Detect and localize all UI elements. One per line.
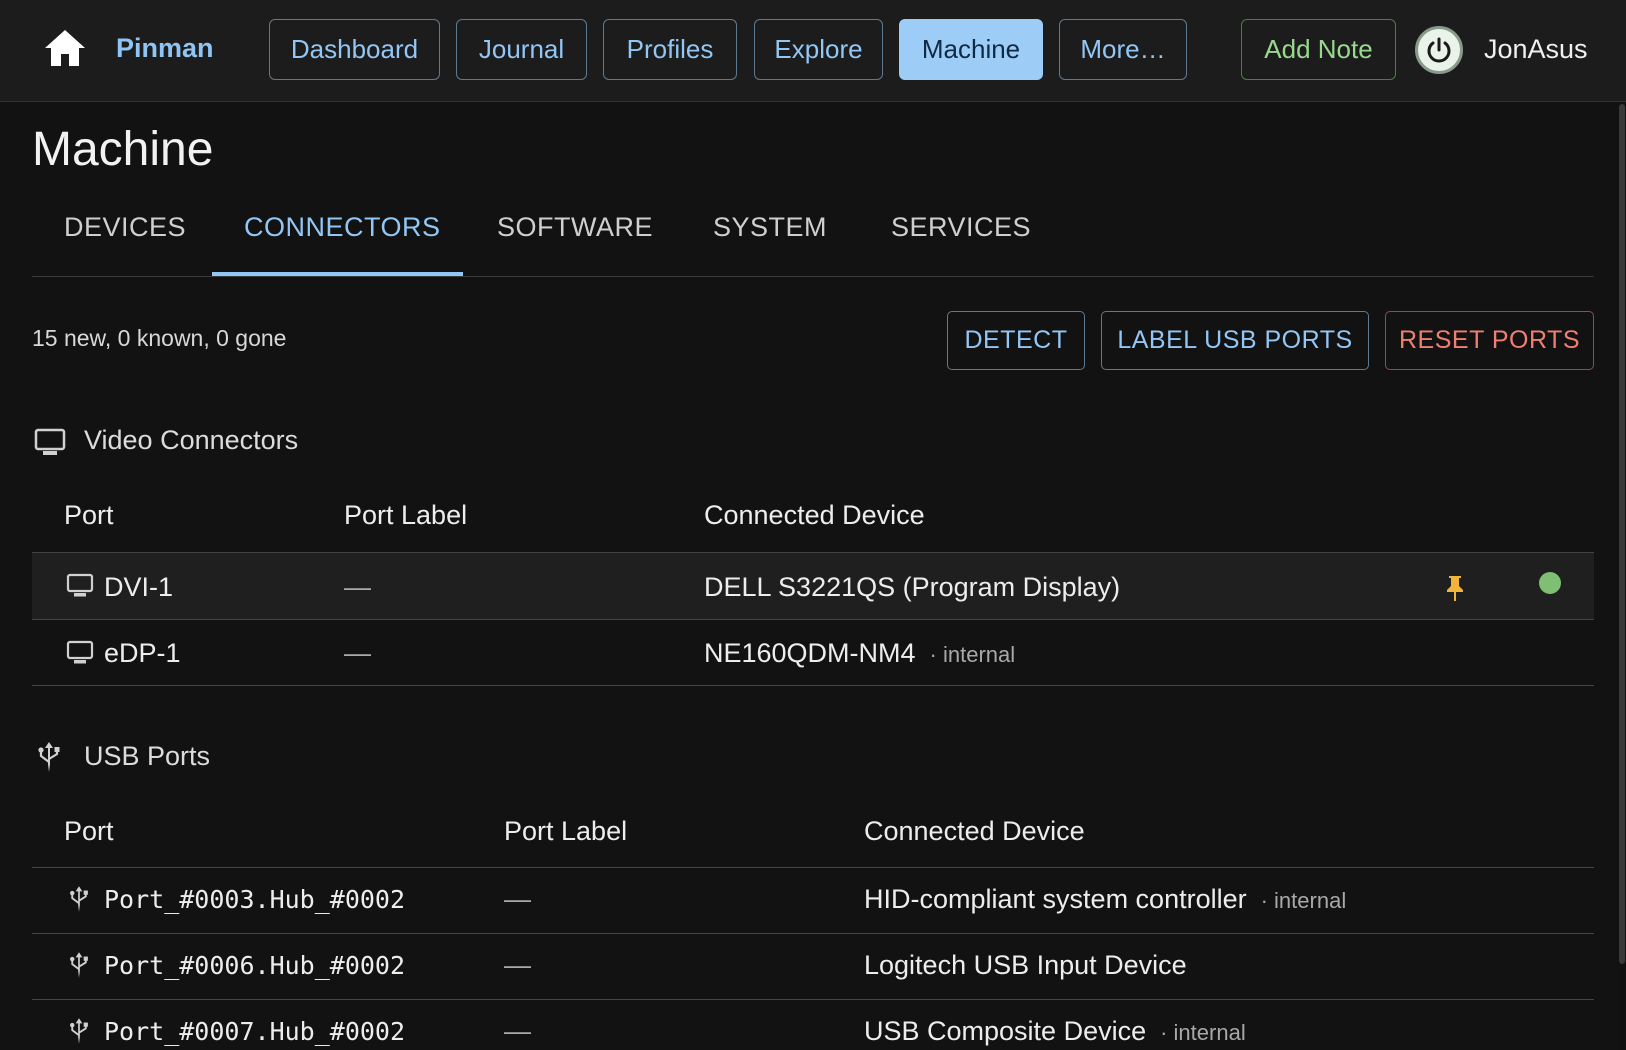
usb-header-divider [32,867,1594,868]
row-divider [32,685,1594,686]
usb-port-label[interactable]: — [504,950,531,981]
tabs-divider [32,276,1594,277]
scrollbar-thumb[interactable] [1619,104,1625,964]
usb-icon [70,1018,88,1044]
power-icon[interactable] [1415,26,1463,74]
tab-connectors[interactable]: CONNECTORS [244,212,441,243]
usb-port-label[interactable]: — [504,1016,531,1047]
usb-port: Port_#0007.Hub_#0002 [104,1017,406,1046]
tab-software[interactable]: SOFTWARE [497,212,653,243]
usb-col-port[interactable]: Port [64,816,114,847]
pin-icon[interactable] [1444,574,1466,602]
page-title: Machine [32,123,214,176]
video-col-port[interactable]: Port [64,500,114,531]
usb-col-port-label[interactable]: Port Label [504,816,627,847]
summary-text: 15 new, 0 known, 0 gone [32,325,287,351]
usb-icon [70,886,88,912]
device-name: DELL S3221QS (Program Display) [704,572,1121,602]
video-col-connected-device[interactable]: Connected Device [704,500,925,531]
video-connectors-title: Video Connectors [84,425,299,455]
device-name: HID-compliant system controller [864,884,1247,914]
usb-port: Port_#0006.Hub_#0002 [104,951,406,980]
monitor-icon [66,573,94,597]
device-tag: · internal [929,642,1016,667]
video-connected-device: NE160QDM-NM4 · internal [704,638,1015,669]
video-port-label[interactable]: — [344,638,371,669]
nav-machine-button[interactable]: Machine [899,19,1043,80]
usb-port-label[interactable]: — [504,884,531,915]
reset-ports-button[interactable]: RESET PORTS [1385,311,1594,370]
tab-system[interactable]: SYSTEM [713,212,827,243]
video-col-port-label[interactable]: Port Label [344,500,467,531]
detect-button[interactable]: DETECT [947,311,1085,370]
usb-connected-device: Logitech USB Input Device [864,950,1201,981]
add-note-button[interactable]: Add Note [1241,19,1396,80]
nav-dashboard-button[interactable]: Dashboard [269,19,440,80]
monitor-icon [66,640,94,664]
label-usb-ports-button[interactable]: LABEL USB PORTS [1101,311,1369,370]
device-tag: · internal [1160,1020,1246,1045]
video-port-label[interactable]: — [344,572,371,603]
device-name: Logitech USB Input Device [864,950,1187,980]
row-divider [32,933,1594,934]
nav-journal-button[interactable]: Journal [456,19,587,80]
row-divider [32,999,1594,1000]
video-connected-device: DELL S3221QS (Program Display) [704,572,1134,603]
device-tag: · internal [1260,888,1347,913]
video-port: DVI-1 [104,572,174,602]
user-name[interactable]: JonAsus [1484,34,1588,65]
status-dot [1539,572,1561,594]
device-name: NE160QDM-NM4 [704,638,916,668]
usb-icon [38,742,60,772]
tab-services[interactable]: SERVICES [891,212,1031,243]
video-port: eDP-1 [104,638,181,668]
device-name: USB Composite Device [864,1016,1147,1046]
nav-more-button[interactable]: More… [1059,19,1187,80]
usb-icon [70,952,88,978]
home-icon[interactable] [44,28,86,68]
usb-col-connected-device[interactable]: Connected Device [864,816,1085,847]
usb-connected-device: USB Composite Device · internal [864,1016,1246,1047]
nav-profiles-button[interactable]: Profiles [603,19,737,80]
monitor-icon [34,428,66,455]
tab-devices[interactable]: DEVICES [64,212,186,243]
usb-port: Port_#0003.Hub_#0002 [104,885,406,914]
nav-explore-button[interactable]: Explore [754,19,883,80]
brand-name[interactable]: Pinman [116,33,214,64]
usb-connected-device: HID-compliant system controller · interna… [864,884,1346,915]
top-bar: Pinman Dashboard Journal Profiles Explor… [0,0,1626,102]
usb-ports-title: USB Ports [84,741,211,771]
row-divider [32,619,1594,620]
